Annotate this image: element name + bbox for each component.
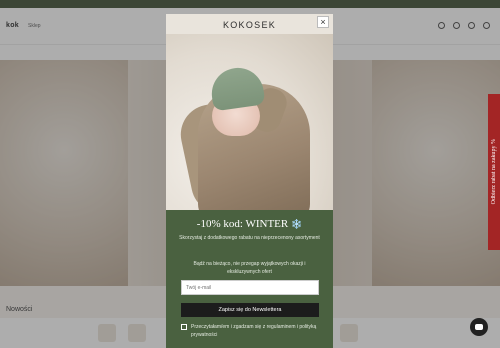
newsletter-modal: KOKOSEK × -10% kod: WINTER ❄️ Skorzystaj… <box>166 14 333 348</box>
promo-headline-text: -10% kod: WINTER <box>196 218 289 230</box>
chat-icon <box>475 324 483 330</box>
discount-side-tab-label: Odbierz rabat na zakupy % <box>491 139 497 205</box>
brand-logo: KOKOSEK <box>222 20 277 30</box>
close-icon[interactable]: × <box>317 16 329 28</box>
modal-image-area: KOKOSEK <box>166 14 333 210</box>
promo-headline: -10% kod: WINTER ❄️ <box>166 218 333 230</box>
snowflake-icon: ❄️ <box>290 219 303 229</box>
promo-subtext: Skorzystaj z dodatkowego rabatu na niepr… <box>179 235 320 241</box>
discount-side-tab[interactable]: Odbierz rabat na zakupy % <box>488 94 500 250</box>
consent-row[interactable]: Przeczytałam/em i zgadzam się z regulami… <box>181 323 321 339</box>
chat-button[interactable] <box>470 318 488 336</box>
baby-photo <box>166 34 333 210</box>
promo-note: Bądź na bieżąco, nie przegap wyjątkowych… <box>193 261 306 275</box>
email-field[interactable] <box>181 280 319 295</box>
consent-label: Przeczytałam/em i zgadzam się z regulami… <box>191 324 317 338</box>
checkbox-icon[interactable] <box>181 324 187 330</box>
subscribe-button[interactable]: Zapisz się do Newslettera <box>181 303 319 317</box>
